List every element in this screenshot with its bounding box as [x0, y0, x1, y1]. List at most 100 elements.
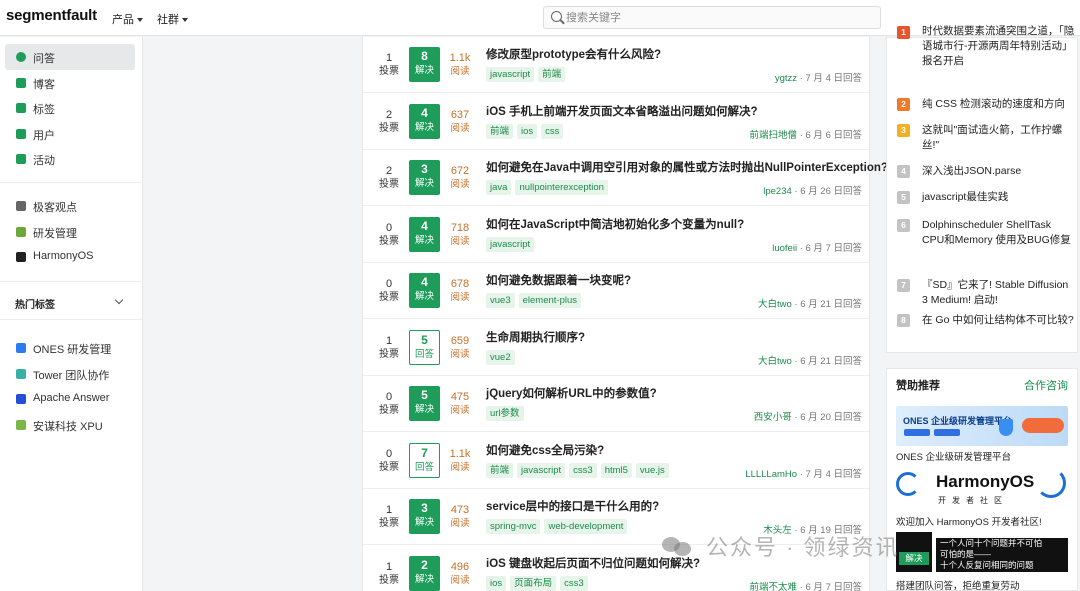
tag-chip[interactable]: ios: [486, 575, 507, 591]
harmony-icon: [16, 252, 26, 262]
sidebar-item-1[interactable]: 博客: [5, 70, 135, 96]
question-title[interactable]: iOS 手机上前端开发页面文本省略溢出问题如何解决?: [486, 103, 758, 119]
answer-number: 5: [421, 388, 428, 402]
tag-chip[interactable]: web-development: [544, 519, 628, 535]
sidebar-item-2[interactable]: 标签: [5, 95, 135, 121]
question-row: 1 投票 5 回答 659 阅读 生命周期执行顺序? vue2 大白two · 6 月 21 日…: [363, 320, 871, 376]
question-title[interactable]: 如何避免在Java中调用空引用对象的属性或方法时抛出NullPointerExc…: [486, 159, 888, 175]
sidebar-extra-1[interactable]: 研发管理: [5, 219, 135, 245]
vote-number: 1: [385, 334, 393, 347]
sidebar-extra-2[interactable]: HarmonyOS: [5, 244, 135, 270]
tag-chip[interactable]: javascript: [486, 67, 535, 83]
answer-status: 解决: [414, 121, 434, 133]
search-box[interactable]: [543, 6, 881, 29]
rank-badge: 8: [897, 314, 910, 327]
site-logo[interactable]: segmentfault: [6, 7, 97, 24]
question-title[interactable]: jQuery如何解析URL中的参数值?: [486, 385, 657, 401]
question-title[interactable]: service层中的接口是干什么用的?: [486, 498, 659, 514]
sponsor-caption[interactable]: ONES 企业级研发管理平台: [896, 449, 1011, 463]
qa-icon: [16, 52, 26, 62]
answer-badge: 4 解决: [409, 103, 440, 139]
partner-link-2[interactable]: Apache Answer: [5, 386, 135, 412]
tag-chip[interactable]: url参数: [486, 406, 524, 422]
tag-chip[interactable]: java: [486, 180, 512, 196]
answer-badge: 8 解决: [409, 47, 440, 82]
tag-chip[interactable]: 页面布局: [510, 575, 557, 591]
tag-chip[interactable]: css3: [569, 462, 597, 478]
blog-icon: [16, 78, 26, 88]
tag-list: vue2: [486, 349, 519, 367]
author-link[interactable]: ygtzz: [775, 73, 797, 84]
answer-banner[interactable]: 解决 一个人问十个问题并不可怕 可怕的是—— 十个人反复问相同的问题: [896, 532, 1068, 574]
sidebar-item-label: 博客: [33, 79, 55, 91]
tag-chip[interactable]: ios: [517, 123, 538, 139]
tag-chip[interactable]: 前端: [538, 67, 566, 83]
author-link[interactable]: 前端不太难: [750, 582, 798, 591]
author-link[interactable]: lpe234: [763, 186, 792, 197]
sidebar-extra-0[interactable]: 极客观点: [5, 193, 135, 219]
author-link[interactable]: 大白two: [758, 356, 792, 367]
author-link[interactable]: 前端扫地僧: [750, 130, 798, 141]
vote-count: 0 投票: [371, 390, 407, 418]
chevron-down-icon[interactable]: [114, 295, 124, 305]
tag-chip[interactable]: javascript: [517, 462, 566, 478]
ones-icon: [16, 343, 26, 353]
tag-chip[interactable]: spring-mvc: [486, 519, 541, 535]
partner-link-1[interactable]: Tower 团队协作: [5, 361, 135, 387]
harmony-decor-icon: [1036, 468, 1066, 498]
author-link[interactable]: 西安小哥: [754, 412, 792, 423]
vote-label: 投票: [379, 66, 399, 77]
nav-products[interactable]: 产品: [112, 11, 143, 27]
vote-number: 2: [385, 108, 393, 121]
vote-label: 投票: [379, 405, 399, 416]
tag-chip[interactable]: html5: [600, 462, 632, 478]
banner-solve-badge: 解决: [899, 552, 929, 565]
tag-chip[interactable]: 前端: [486, 462, 514, 478]
question-row: 0 投票 4 解决 678 阅读 如何避免数据跟着一块变呢? vue3 element-plus…: [363, 263, 871, 319]
answer-number: 4: [421, 275, 428, 289]
author-link[interactable]: luofeii: [772, 243, 797, 254]
sidebar-item-4[interactable]: 活动: [5, 146, 135, 172]
tag-list: url参数: [486, 406, 528, 423]
sidebar-item-label: 研发管理: [33, 228, 77, 240]
tag-chip[interactable]: css3: [560, 575, 588, 591]
tag-chip[interactable]: css: [541, 123, 564, 139]
harmony-name: HarmonyOS: [936, 472, 1035, 491]
ones-banner[interactable]: ONES 企业级研发管理平台: [896, 406, 1068, 446]
tag-chip[interactable]: element-plus: [518, 293, 581, 309]
harmony-banner[interactable]: HarmonyOS 开发者社区: [896, 468, 1068, 510]
question-title[interactable]: 修改原型prototype会有什么风险?: [486, 46, 661, 62]
tag-chip[interactable]: javascript: [486, 236, 535, 252]
view-label: 阅读: [450, 405, 470, 416]
hot-tags-title[interactable]: 热门标签: [15, 296, 55, 311]
tag-chip[interactable]: vue.js: [635, 462, 669, 478]
tag-chip[interactable]: nullpointerexception: [515, 180, 608, 196]
answer-time: · 6 月 20 日回答: [794, 412, 862, 423]
banner-text-block: 一个人问十个问题并不可怕 可怕的是—— 十个人反复问相同的问题: [936, 538, 1068, 572]
hot-item-text: 纯 CSS 检测滚动的速度和方向: [922, 98, 1065, 110]
answer-status: 回答: [414, 461, 434, 473]
nav-community[interactable]: 社群: [157, 11, 188, 27]
trial-button[interactable]: [1022, 418, 1064, 433]
author-link[interactable]: 大白two: [758, 299, 792, 310]
question-title[interactable]: 生命周期执行顺序?: [486, 329, 585, 345]
question-title[interactable]: 如何避免数据跟着一块变呢?: [486, 272, 631, 288]
sidebar-item-3[interactable]: 用户: [5, 121, 135, 147]
calendar-icon: [16, 154, 26, 164]
partner-link-0[interactable]: ONES 研发管理: [5, 335, 135, 361]
sidebar-item-0[interactable]: 问答: [5, 44, 135, 70]
partner-link-3[interactable]: 安谋科技 XPU: [5, 412, 135, 438]
author-link[interactable]: LLLLLamHo: [745, 469, 797, 480]
sponsor-caption[interactable]: 搭建团队问答，拒绝重复劳动: [896, 578, 1020, 591]
answer-badge: 7 回答: [409, 442, 440, 478]
question-title[interactable]: 如何避免css全局污染?: [486, 442, 604, 458]
tag-chip[interactable]: 前端: [486, 123, 514, 139]
search-input[interactable]: [566, 9, 866, 27]
answer-status: 解决: [414, 234, 434, 246]
question-title[interactable]: 如何在JavaScript中简洁地初始化多个变量为null?: [486, 216, 744, 232]
sponsor-caption[interactable]: 欢迎加入 HarmonyOS 开发者社区!: [896, 514, 1042, 528]
answer-time: · 6 月 26 日回答: [794, 186, 862, 197]
cooperation-link[interactable]: 合作咨询: [1024, 377, 1068, 393]
tag-chip[interactable]: vue2: [486, 349, 515, 365]
tag-chip[interactable]: vue3: [486, 293, 515, 309]
